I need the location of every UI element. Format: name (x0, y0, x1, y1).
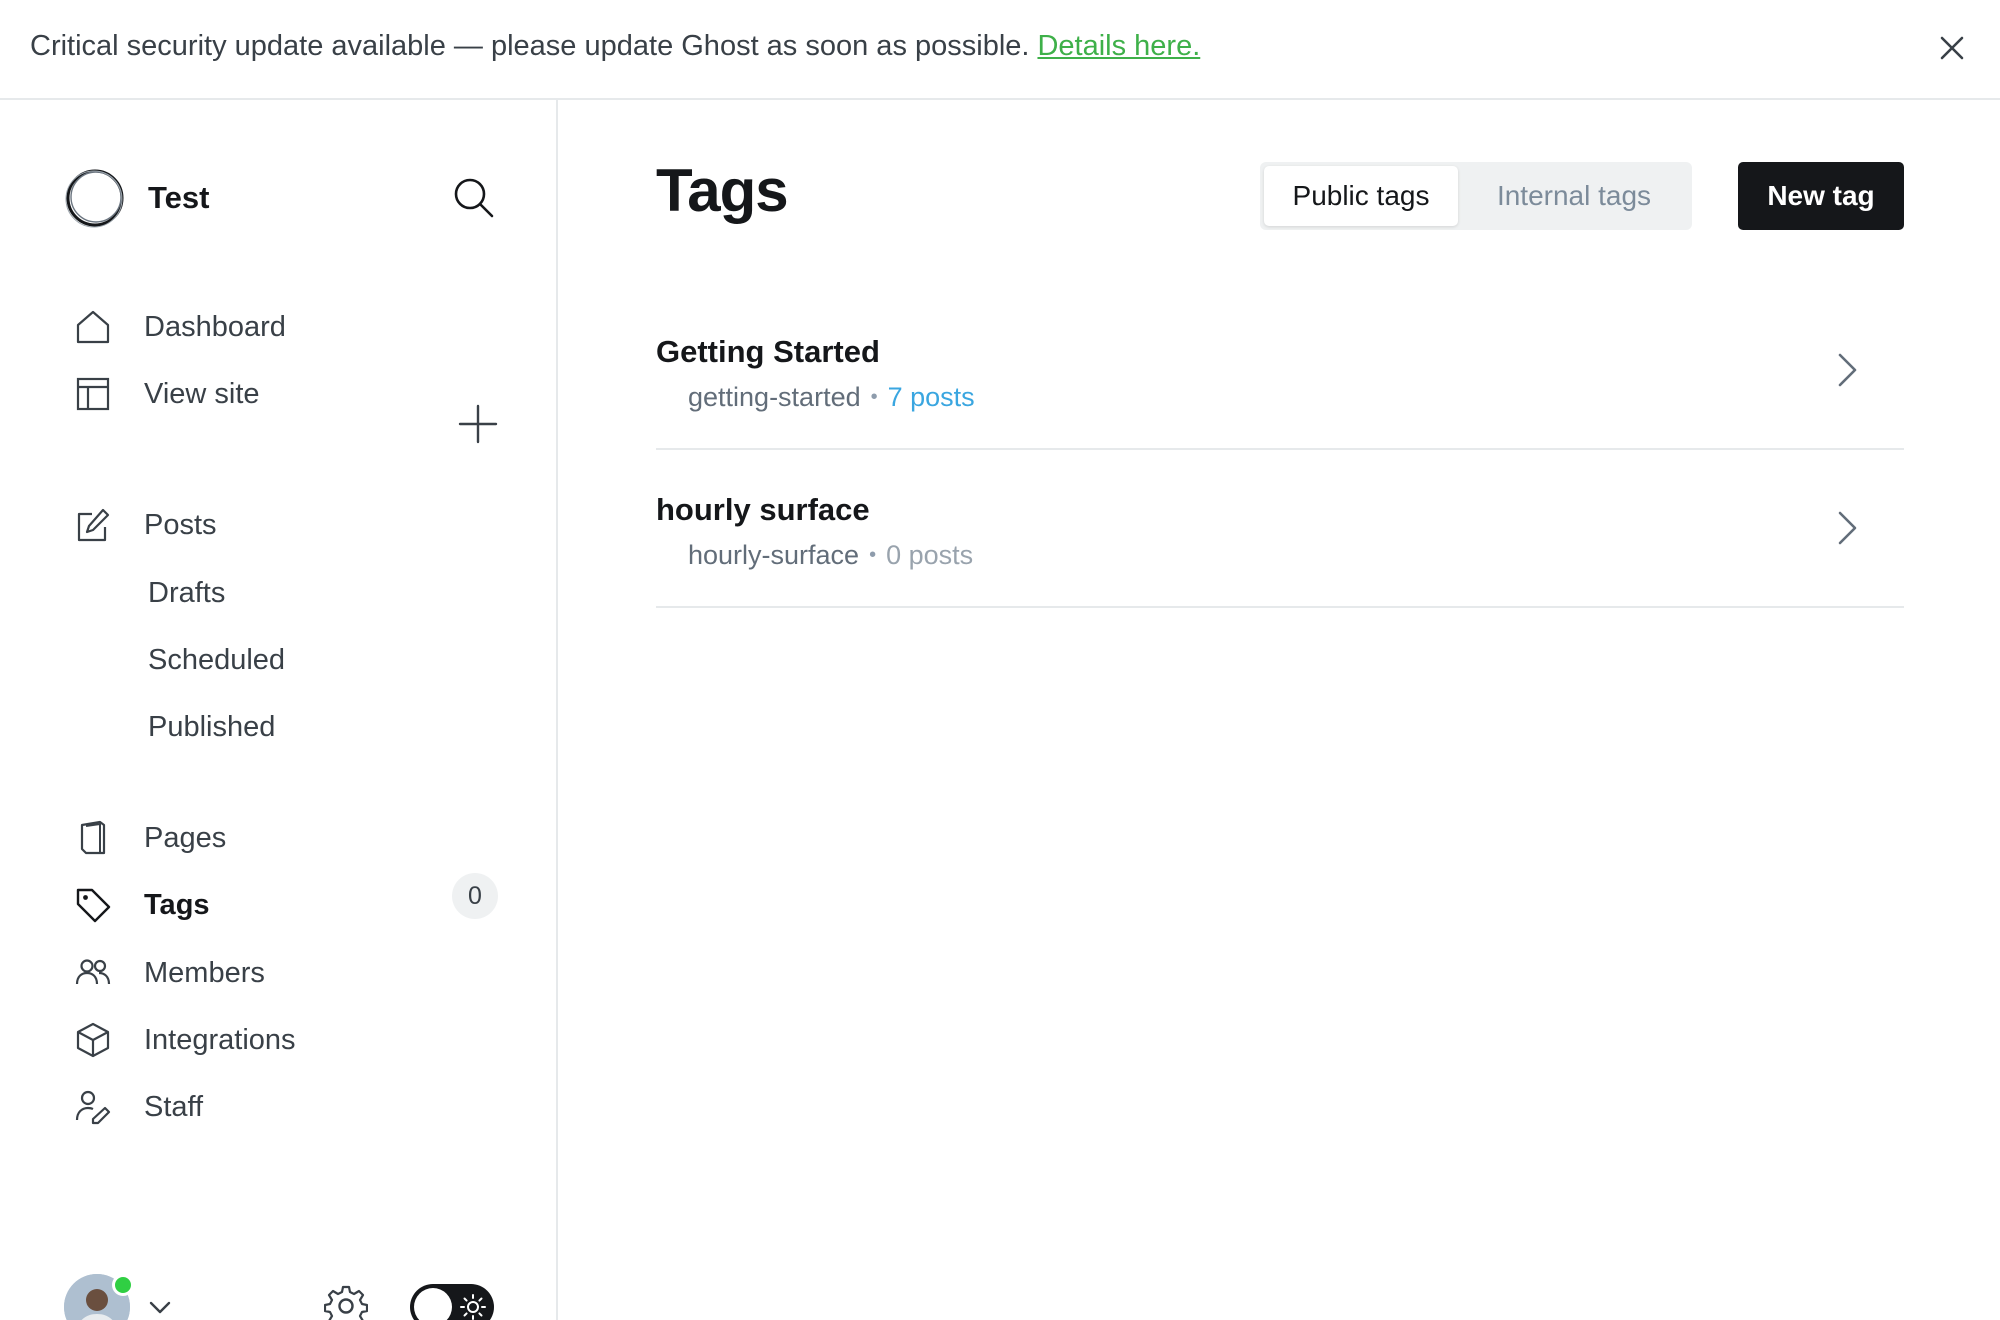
tag-slug: hourly-surface (688, 540, 860, 570)
theme-toggle[interactable] (410, 1284, 494, 1320)
sidebar-item-integrations[interactable]: Integrations (74, 1012, 504, 1068)
tag-name: Getting Started (656, 334, 880, 369)
tag-slug: getting-started (688, 382, 861, 412)
sidebar-item-published[interactable]: Published (148, 702, 275, 752)
layout-icon (76, 377, 110, 411)
edit-icon (77, 508, 110, 542)
sidebar-item-dashboard[interactable]: Dashboard (74, 299, 504, 355)
chevron-down-icon[interactable] (146, 1294, 174, 1320)
close-icon[interactable] (1934, 30, 1970, 66)
new-tag-button[interactable]: New tag (1738, 162, 1904, 230)
staff-icon (75, 1090, 111, 1125)
sidebar-item-tags[interactable]: Tags (74, 877, 504, 933)
site-name: Test (148, 180, 210, 215)
sidebar-item-members[interactable]: Members (74, 945, 504, 1001)
plus-icon[interactable] (456, 402, 500, 446)
sidebar-item-label: Posts (144, 508, 217, 541)
sun-icon (460, 1294, 486, 1320)
tag-row[interactable]: Getting Started getting-started • 7 post… (656, 292, 1904, 450)
tag-meta: hourly-surface • 0 posts (688, 540, 973, 571)
page-title: Tags (656, 157, 789, 224)
tag-name: hourly surface (656, 492, 870, 527)
sidebar-item-staff[interactable]: Staff (74, 1079, 504, 1135)
tag-type-tabs: Public tags Internal tags (1260, 162, 1692, 230)
users-icon (75, 959, 111, 985)
tag-post-count: 0 posts (886, 540, 974, 570)
members-count-badge: 0 (452, 873, 498, 919)
banner-message-text: Critical security update available — ple… (30, 30, 1030, 62)
home-icon (76, 310, 110, 344)
tag-meta: getting-started • 7 posts (688, 382, 975, 413)
tag-icon (76, 888, 111, 923)
sidebar-item-label: Pages (144, 821, 227, 854)
sidebar-item-label: Integrations (144, 1023, 296, 1056)
chevron-right-icon (1838, 511, 1857, 545)
search-icon[interactable] (450, 174, 498, 222)
gear-icon[interactable] (324, 1284, 368, 1320)
page-icon (80, 820, 106, 855)
sidebar-item-pages[interactable]: Pages (74, 810, 504, 866)
sidebar-item-label: Dashboard (144, 310, 286, 343)
tab-internal-tags[interactable]: Internal tags (1460, 166, 1688, 226)
tag-row[interactable]: hourly surface hourly-surface • 0 posts (656, 450, 1904, 608)
site-brand[interactable]: Test (64, 166, 209, 230)
separator-dot: • (870, 386, 878, 408)
sidebar-item-posts[interactable]: Posts (74, 497, 454, 553)
online-status-indicator (112, 1274, 134, 1296)
separator-dot: • (869, 544, 877, 566)
sidebar-item-drafts[interactable]: Drafts (148, 568, 225, 618)
tab-public-tags[interactable]: Public tags (1264, 166, 1458, 226)
sidebar-item-label: Tags (144, 888, 210, 921)
toggle-knob (414, 1288, 452, 1320)
site-logo (65, 169, 124, 228)
sidebar-item-view-site[interactable]: View site (74, 366, 504, 422)
banner-details-link[interactable]: Details here. (1037, 30, 1200, 62)
cube-icon (76, 1022, 110, 1058)
sidebar-item-label: Staff (144, 1090, 204, 1123)
sidebar-item-scheduled[interactable]: Scheduled (148, 635, 285, 685)
banner-message: Critical security update available — ple… (30, 30, 1200, 63)
sidebar-item-label: Members (144, 956, 265, 989)
sidebar: Test (0, 100, 558, 1320)
tag-post-count[interactable]: 7 posts (888, 382, 975, 413)
chevron-right-icon (1838, 353, 1857, 387)
sidebar-item-label: View site (144, 377, 260, 410)
security-update-banner: Critical security update available — ple… (0, 0, 2000, 100)
